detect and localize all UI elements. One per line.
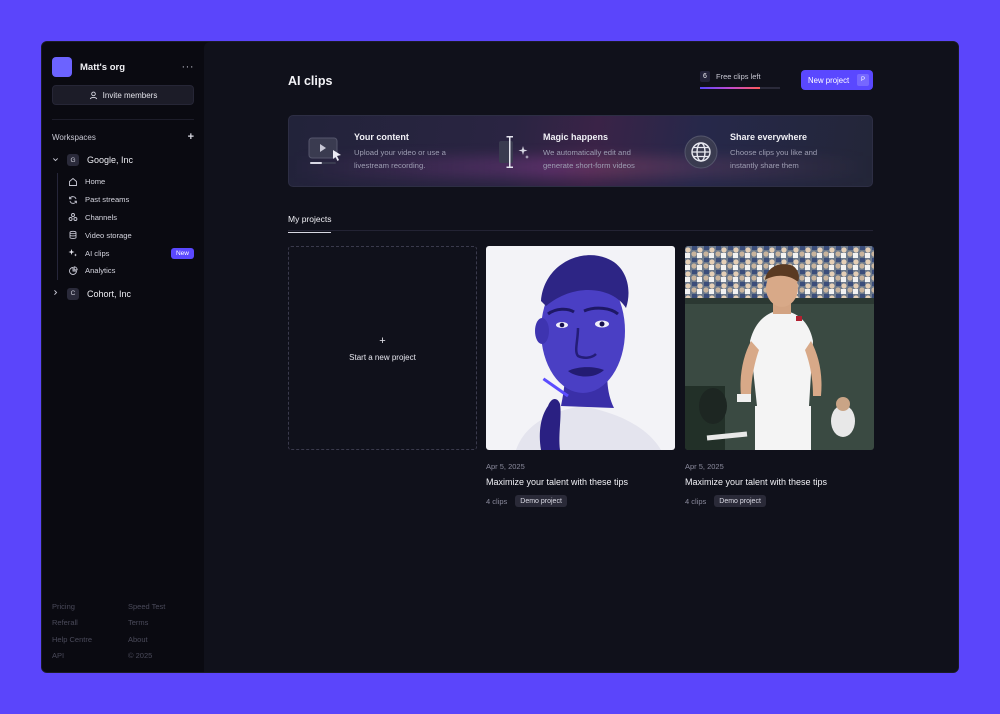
project-title[interactable]: Maximize your talent with these tips: [486, 477, 675, 487]
sidebar-item-video-storage[interactable]: Video storage: [68, 226, 194, 244]
workspace-nav: Home Past streams Channels Video storage…: [57, 173, 194, 280]
page-title: AI clips: [288, 74, 333, 88]
project-date: Apr 5, 2025: [486, 462, 525, 471]
sparkles-icon: [68, 249, 77, 257]
footer-link-about[interactable]: About: [128, 635, 198, 644]
feature-description: We automatically edit and generate short…: [543, 148, 635, 170]
refresh-icon: [69, 195, 77, 204]
free-clips-progress-fill: [700, 87, 760, 89]
new-project-button[interactable]: New project P: [801, 70, 873, 90]
sidebar-item-ai-clips[interactable]: AI clips New: [68, 244, 194, 262]
sidebar-item-label: Channels: [85, 212, 118, 222]
free-clips-indicator: 6 Free clips left: [700, 71, 780, 89]
sidebar: Matt's org ··· Invite members Workspaces…: [42, 42, 204, 672]
project-card[interactable]: Apr 5, 2025 Maximize your talent with th…: [486, 246, 675, 507]
app-window: Matt's org ··· Invite members Workspaces…: [41, 41, 959, 673]
new-badge: New: [170, 247, 194, 259]
workspaces-header: Workspaces +: [52, 131, 194, 143]
feature-title: Magic happens: [543, 132, 609, 142]
feature-magic-happens: Magic happens We automatically edit and …: [496, 116, 655, 186]
features-banner: Your content Upload your video or use a …: [288, 115, 873, 187]
globe-icon: [683, 134, 719, 170]
free-clips-progress: [700, 87, 780, 89]
shortcut-badge: P: [857, 74, 869, 86]
sidebar-item-analytics[interactable]: Analytics: [68, 262, 194, 280]
workspace-cohort[interactable]: C Cohort, Inc: [52, 286, 194, 302]
home-icon: [69, 177, 77, 186]
project-clip-count: 4 clips: [685, 496, 707, 506]
project-title[interactable]: Maximize your talent with these tips: [685, 477, 874, 487]
footer-link-referall[interactable]: Referall: [52, 618, 128, 627]
plus-icon: +: [379, 334, 386, 347]
demo-project-tag: Demo project: [515, 495, 567, 507]
tab-my-projects[interactable]: My projects: [288, 214, 332, 233]
free-clips-count: 6: [700, 71, 710, 82]
chevron-right-icon[interactable]: [52, 289, 62, 298]
invite-members-button[interactable]: Invite members: [52, 85, 194, 105]
project-card[interactable]: Apr 5, 2025 Maximize your talent with th…: [685, 246, 874, 507]
workspace-google[interactable]: G Google, Inc: [52, 152, 194, 168]
invite-members-label: Invite members: [102, 90, 158, 100]
sidebar-footer: Pricing Speed Test Referall Terms Help C…: [52, 602, 198, 661]
sidebar-item-label: Home: [85, 177, 106, 187]
workspace-name: Google, Inc: [87, 155, 134, 165]
new-project-label: New project: [808, 75, 850, 85]
sidebar-divider: [52, 119, 194, 120]
workspace-badge: G: [67, 154, 79, 166]
feature-share-everywhere: Share everywhere Choose clips you like a…: [683, 116, 842, 186]
feature-description: Upload your video or use a livestream re…: [354, 148, 446, 170]
video-cursor-icon: [307, 134, 343, 170]
magic-edit-icon: [496, 134, 532, 170]
free-clips-label: Free clips left: [716, 72, 761, 81]
project-tabs: My projects: [288, 209, 873, 233]
sidebar-item-label: Video storage: [85, 230, 132, 240]
workspace-name: Cohort, Inc: [87, 288, 132, 299]
footer-link-pricing[interactable]: Pricing: [52, 602, 128, 611]
sidebar-item-label: AI clips: [85, 248, 110, 258]
feature-description: Choose clips you like and instantly shar…: [730, 148, 818, 170]
start-new-project-card[interactable]: + Start a new project: [288, 246, 477, 450]
feature-title: Your content: [354, 132, 409, 142]
workspace-badge: C: [67, 287, 79, 300]
more-icon[interactable]: ···: [182, 61, 195, 73]
footer-link-help-centre[interactable]: Help Centre: [52, 635, 128, 644]
footer-copyright: © 2025: [128, 651, 153, 660]
sidebar-item-channels[interactable]: Channels: [68, 209, 194, 227]
start-new-project-label: Start a new project: [349, 352, 416, 362]
footer-link-api[interactable]: API: [52, 651, 128, 660]
pie-chart-icon: [69, 266, 78, 275]
database-icon: [69, 231, 77, 240]
user-icon: [89, 91, 97, 99]
footer-link-speed-test[interactable]: Speed Test: [128, 602, 198, 611]
channels-icon: [68, 213, 78, 222]
main-panel: AI clips 6 Free clips left New project P: [204, 42, 958, 672]
footer-link-terms[interactable]: Terms: [128, 618, 198, 627]
chevron-down-icon[interactable]: [52, 156, 62, 165]
feature-title: Share everywhere: [730, 132, 808, 142]
workspaces-title: Workspaces: [52, 132, 96, 142]
project-thumbnail[interactable]: [486, 246, 675, 450]
project-thumbnail[interactable]: [685, 246, 874, 450]
sidebar-item-label: Past streams: [85, 195, 130, 205]
demo-project-tag: Demo project: [714, 495, 766, 507]
sidebar-item-home[interactable]: Home: [68, 173, 194, 191]
sidebar-item-past-streams[interactable]: Past streams: [68, 191, 194, 209]
project-date: Apr 5, 2025: [685, 462, 724, 471]
org-name: Matt's org: [80, 61, 126, 73]
project-clip-count: 4 clips: [486, 496, 508, 506]
org-switcher[interactable]: Matt's org ···: [52, 56, 194, 78]
feature-your-content: Your content Upload your video or use a …: [307, 116, 466, 186]
org-avatar: [52, 57, 72, 77]
sidebar-item-label: Analytics: [85, 266, 116, 276]
add-workspace-icon[interactable]: +: [188, 131, 194, 143]
